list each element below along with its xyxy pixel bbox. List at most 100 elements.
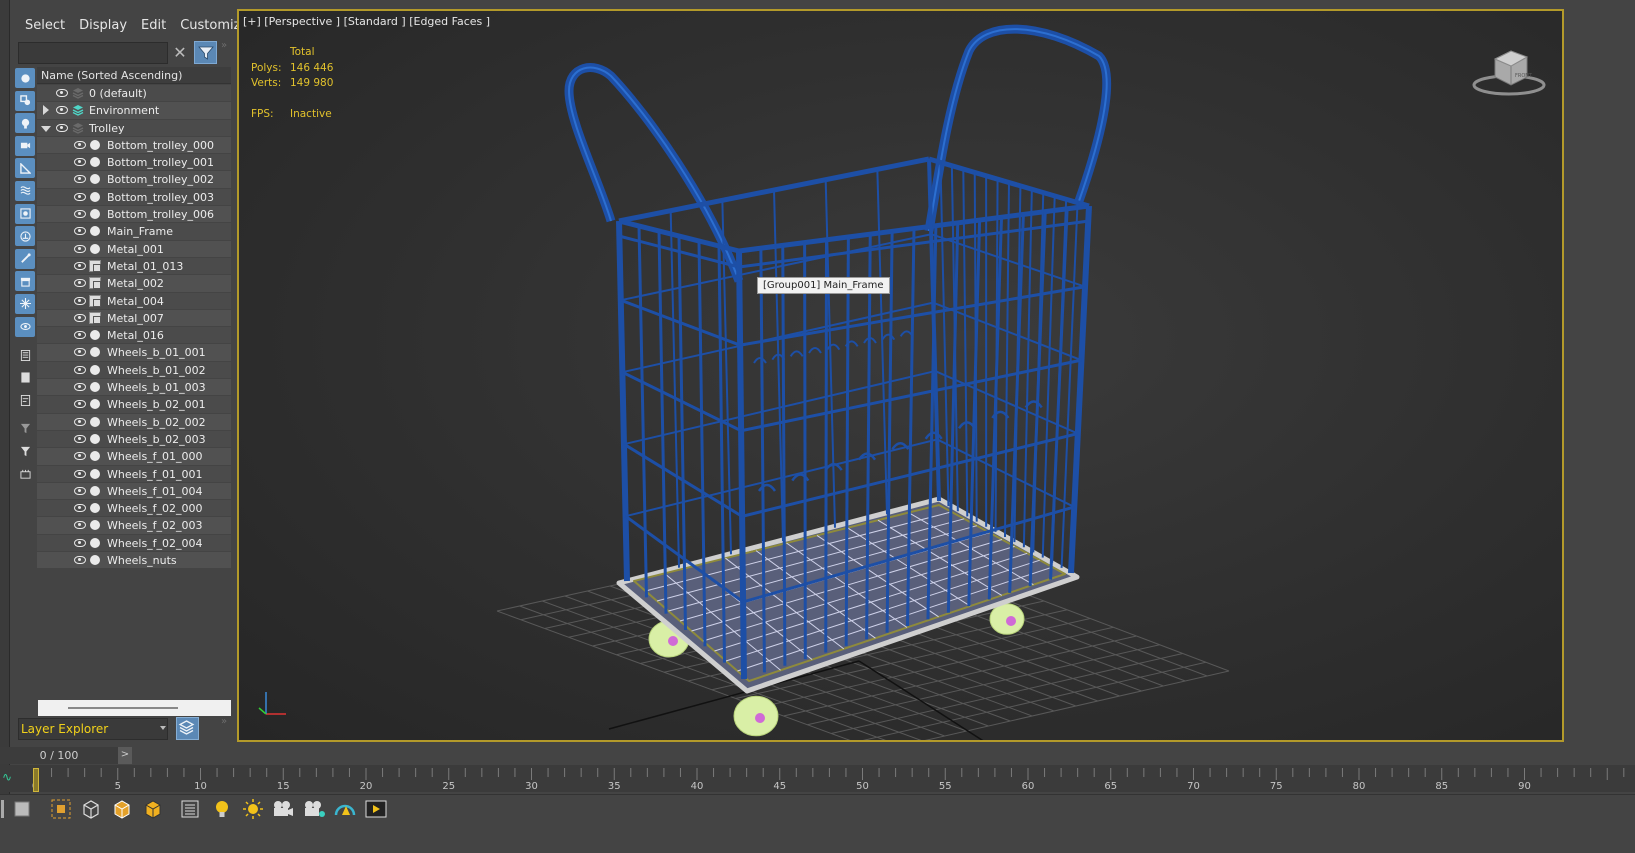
visibility-eye-icon[interactable] [74,331,86,340]
geometry-filter-icon[interactable] [15,68,35,88]
tree-object-row[interactable]: Wheels_b_01_002 [37,361,231,380]
box-wire-icon[interactable] [80,798,102,820]
menu-select[interactable]: Select [18,16,72,38]
visibility-eye-icon[interactable] [74,227,86,236]
frozen-filter-icon[interactable] [15,293,35,314]
filter-icon[interactable] [15,442,35,462]
visibility-eye-icon[interactable] [74,365,86,374]
groups-filter-icon[interactable] [15,203,35,224]
tree-object-row[interactable]: Bottom_trolley_002 [37,171,231,189]
visibility-eye-icon[interactable] [74,158,86,167]
visibility-eye-icon[interactable] [74,348,86,357]
tree-object-row[interactable]: Wheels_b_01_001 [37,344,231,362]
tree-object-row[interactable]: Metal_01_013 [37,257,231,276]
box-solid-icon[interactable] [142,798,164,820]
visibility-eye-icon[interactable] [74,279,86,288]
timeline-ruler[interactable]: 051015202530354045505560657075808590 [0,768,1635,792]
visibility-eye-icon[interactable] [56,89,68,97]
tree-object-row[interactable]: Metal_004 [37,292,231,310]
tree-object-row[interactable]: Bottom_trolley_000 [37,136,231,155]
visibility-eye-icon[interactable] [74,400,86,409]
clear-search-icon[interactable]: ✕ [171,44,189,62]
tree-object-row[interactable]: Bottom_trolley_001 [37,154,231,172]
collapse-arrow-icon[interactable] [41,125,51,132]
tree-object-row[interactable]: Wheels_b_02_002 [37,413,231,431]
visibility-eye-icon[interactable] [74,313,86,322]
sun-icon[interactable] [242,798,264,820]
visibility-eye-icon[interactable] [74,556,86,565]
lights-filter-icon[interactable] [15,113,35,134]
display-references-icon[interactable] [15,368,35,388]
viewport-label-menu[interactable]: [+] [Perspective ] [Standard ] [Edged Fa… [243,15,490,28]
light-bulb-icon[interactable] [211,798,233,820]
tree-object-row[interactable]: Bottom_trolley_003 [37,188,231,207]
box-shaded-icon[interactable] [111,798,133,820]
visibility-eye-icon[interactable] [74,296,86,305]
viewcube-icon[interactable]: FRONT [1471,41,1551,101]
camera-target-icon[interactable] [303,798,325,820]
tree-layer-row[interactable]: Trolley [37,119,231,137]
visibility-eye-icon[interactable] [74,383,86,392]
camera-icon[interactable] [272,798,294,820]
tree-object-row[interactable]: Metal_016 [37,327,231,345]
visibility-eye-icon[interactable] [74,261,86,270]
visibility-eye-icon[interactable] [56,123,68,132]
panel-overflow-icon[interactable]: » [221,40,227,51]
tree-object-row[interactable]: Wheels_f_01_004 [37,482,231,501]
tree-object-row[interactable]: Wheels_f_02_004 [37,534,231,553]
selection-lock-icon[interactable] [50,798,72,820]
tree-object-row[interactable]: Wheels_nuts [37,552,231,570]
display-children-icon[interactable] [15,345,35,365]
tree-object-row[interactable]: Wheels_b_02_001 [37,396,231,414]
visibility-eye-icon[interactable] [74,538,86,547]
tree-object-row[interactable]: Wheels_f_02_003 [37,517,231,535]
spacewarps-filter-icon[interactable] [15,180,35,201]
tree-object-row[interactable]: Metal_007 [37,309,231,328]
tree-object-row[interactable]: Wheels_f_01_000 [37,448,231,466]
visibility-eye-icon[interactable] [74,469,86,478]
menu-display[interactable]: Display [72,16,134,38]
render-frame-window-icon[interactable] [365,798,387,820]
shapes-filter-icon[interactable] [15,90,35,111]
tree-layer-row[interactable]: 0 (default) [37,85,231,103]
visibility-eye-icon[interactable] [74,210,86,219]
time-slider-frame-counter[interactable]: 0 / 100 [0,747,118,764]
cameras-filter-icon[interactable] [15,135,35,156]
menu-edit[interactable]: Edit [134,16,173,38]
bones-filter-icon[interactable] [15,248,35,269]
filter-toggle-button[interactable] [194,41,217,64]
tree-object-row[interactable]: Wheels_f_01_001 [37,465,231,483]
explorer-type-dropdown[interactable]: Layer Explorer [18,718,168,740]
explorer-search-input[interactable] [18,42,168,64]
tree-object-row[interactable]: Wheels_b_01_003 [37,379,231,397]
maxscript-listener-icon[interactable] [11,798,33,820]
visibility-eye-icon[interactable] [74,486,86,495]
hidden-filter-icon[interactable] [15,316,35,337]
visibility-eye-icon[interactable] [74,434,86,443]
visibility-eye-icon[interactable] [74,452,86,461]
visibility-eye-icon[interactable] [74,192,86,201]
select-all-icon[interactable] [15,464,35,484]
perspective-viewport[interactable]: [+] [Perspective ] [Standard ] [Edged Fa… [237,9,1564,742]
expand-arrow-icon[interactable] [43,105,49,116]
render-teapot-icon[interactable] [334,798,356,820]
tree-object-row[interactable]: Wheels_b_02_003 [37,430,231,449]
layers-toggle-button[interactable] [176,717,199,740]
next-frame-button[interactable]: > [118,747,132,764]
visibility-eye-icon[interactable] [56,106,68,115]
containers-filter-icon[interactable] [15,271,35,292]
visibility-eye-icon[interactable] [74,244,86,253]
tree-object-row[interactable]: Wheels_f_02_000 [37,500,231,518]
filter-settings-icon[interactable] [15,419,35,439]
scene-explorer-icon[interactable] [179,798,201,820]
tree-layer-row[interactable]: Environment [37,102,231,120]
visibility-eye-icon[interactable] [74,140,86,149]
tree-object-row[interactable]: Main_Frame [37,223,231,241]
tree-object-row[interactable]: Bottom_trolley_006 [37,206,231,224]
visibility-eye-icon[interactable] [74,504,86,513]
dropdown-arrow-icon[interactable] [160,726,166,730]
display-dependents-icon[interactable] [15,390,35,410]
tree-column-header[interactable]: Name (Sorted Ascending) [37,67,231,84]
visibility-eye-icon[interactable] [74,175,86,184]
xrefs-filter-icon[interactable] [15,226,35,247]
